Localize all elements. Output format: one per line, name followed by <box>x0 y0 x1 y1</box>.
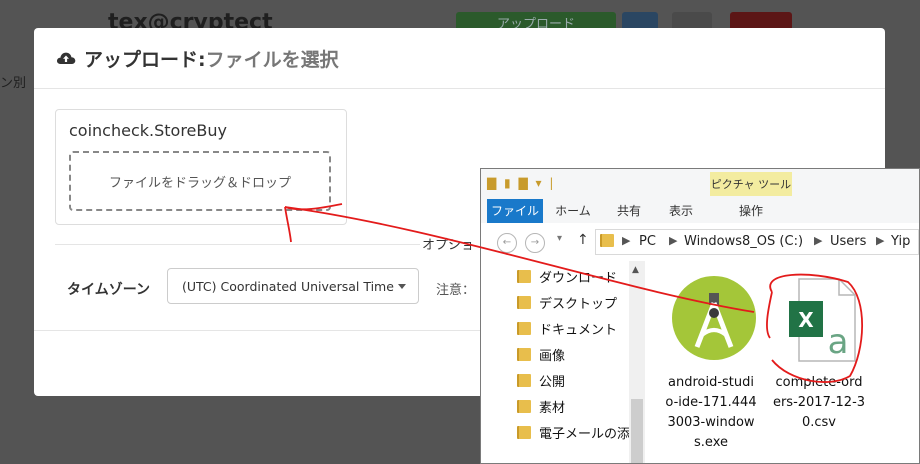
sidebar-item-downloads[interactable]: ダウンロード <box>517 265 617 287</box>
timezone-label: タイムゾーン <box>67 282 151 298</box>
card-title: coincheck.StoreBuy <box>69 121 227 140</box>
folder-icon <box>517 269 531 283</box>
sidebar-item-label: ダウンロード <box>539 270 618 286</box>
breadcrumb-item[interactable]: Windows8_OS (C:) <box>684 234 803 249</box>
android-studio-icon <box>672 276 756 360</box>
svg-text:a: a <box>828 322 849 362</box>
recent-dropdown-icon[interactable]: ▾ <box>557 233 562 244</box>
timezone-select[interactable]: (UTC) Coordinated Universal Time <box>167 268 419 304</box>
back-icon[interactable]: ← <box>497 233 517 253</box>
forward-icon[interactable]: → <box>525 233 545 253</box>
tab-share[interactable]: 共有 <box>609 199 649 223</box>
file-name: complete-ord ers-2017-12-3 0.csv <box>772 375 866 430</box>
sidebar-item-documents[interactable]: ドキュメント <box>517 317 617 339</box>
up-arrow-icon[interactable]: ↑ <box>577 232 589 248</box>
excel-csv-icon: X a <box>789 278 856 362</box>
sidebar-item-public[interactable]: 公開 <box>517 369 565 391</box>
address-bar[interactable]: ▶ PC ▶ Windows8_OS (C:) ▶ Users ▶ Yip <box>595 229 919 255</box>
folder-icon <box>517 425 531 439</box>
scroll-up-icon[interactable]: ▲ <box>632 265 639 275</box>
folder-icon <box>517 295 531 309</box>
caret-down-icon <box>398 284 406 289</box>
sidebar-item-label: 画像 <box>539 348 566 364</box>
breadcrumb-item[interactable]: Yip <box>891 234 910 249</box>
breadcrumb-item[interactable]: PC <box>639 234 656 249</box>
timezone-value: (UTC) Coordinated Universal Time <box>182 278 394 294</box>
explorer-titlebar: ▇ ▮ ▇ ▾ | ピクチャ ツール <box>481 169 919 199</box>
modal-title: アップロード: <box>84 48 206 71</box>
note-label: 注意： <box>436 283 476 298</box>
cloud-upload-icon <box>56 52 76 64</box>
modal-header: アップロード: ファイルを選択 <box>34 28 885 89</box>
svg-text:X: X <box>798 308 814 332</box>
sidebar-item-label: 素材 <box>539 400 566 416</box>
file-list: android-studi o-ide-171.444 3003-window … <box>645 261 919 463</box>
tab-home[interactable]: ホーム <box>553 199 593 223</box>
sidebar-item-label: デスクトップ <box>539 296 618 312</box>
breadcrumb-item[interactable]: Users <box>830 234 866 249</box>
folder-icon <box>517 399 531 413</box>
tab-view[interactable]: 表示 <box>661 199 701 223</box>
chevron-right-icon: ▶ <box>669 234 678 247</box>
sidebar-item-email-attachments[interactable]: 電子メールの添 <box>517 421 630 443</box>
explorer-address-row: ← → ▾ ↑ ▶ PC ▶ Windows8_OS (C:) ▶ Users … <box>481 223 919 261</box>
explorer-ribbon: ファイル ホーム 共有 表示 操作 <box>481 199 919 224</box>
file-dropzone[interactable]: ファイルをドラッグ＆ドロップ <box>69 151 331 211</box>
tab-manage[interactable]: 操作 <box>710 199 792 223</box>
sidebar-item-label: ドキュメント <box>539 322 618 338</box>
background-left-text: ン別 <box>0 76 27 91</box>
chevron-right-icon: ▶ <box>876 234 885 247</box>
tab-file[interactable]: ファイル <box>487 199 543 223</box>
folder-icon <box>600 234 614 251</box>
options-divider <box>55 244 465 245</box>
picture-tools-label: ピクチャ ツール <box>710 172 792 196</box>
sidebar-item-materials[interactable]: 素材 <box>517 395 565 417</box>
folder-icon <box>517 347 531 361</box>
sidebar-item-label: 電子メールの添 <box>539 426 631 442</box>
upload-card: coincheck.StoreBuy ファイルをドラッグ＆ドロップ <box>55 109 347 225</box>
quick-access-icons[interactable]: ▇ ▮ ▇ ▾ | <box>487 176 555 190</box>
folder-icon <box>517 321 531 335</box>
scroll-thumb[interactable] <box>631 399 643 463</box>
nav-pane-scrollbar[interactable]: ▲ <box>629 261 645 463</box>
navigation-pane: ダウンロード デスクトップ ドキュメント 画像 公開 素材 電子メールの添 <box>481 261 630 463</box>
options-label: オプショ <box>420 234 477 253</box>
dropzone-text: ファイルをドラッグ＆ドロップ <box>108 175 291 191</box>
chevron-right-icon: ▶ <box>814 234 823 247</box>
modal-subtitle: ファイルを選択 <box>205 48 339 71</box>
file-item[interactable]: android-studi o-ide-171.444 3003-window … <box>659 261 763 461</box>
sidebar-item-label: 公開 <box>539 374 566 390</box>
folder-icon <box>517 373 531 387</box>
chevron-right-icon: ▶ <box>622 234 631 247</box>
sidebar-item-desktop[interactable]: デスクトップ <box>517 291 617 313</box>
file-item[interactable]: X a complete-ord ers-2017-12-3 0.csv <box>767 261 871 461</box>
file-explorer-window: ▇ ▮ ▇ ▾ | ピクチャ ツール ファイル ホーム 共有 表示 操作 ← →… <box>480 168 920 464</box>
sidebar-item-pictures[interactable]: 画像 <box>517 343 565 365</box>
file-name: android-studi o-ide-171.444 3003-window … <box>665 375 757 450</box>
